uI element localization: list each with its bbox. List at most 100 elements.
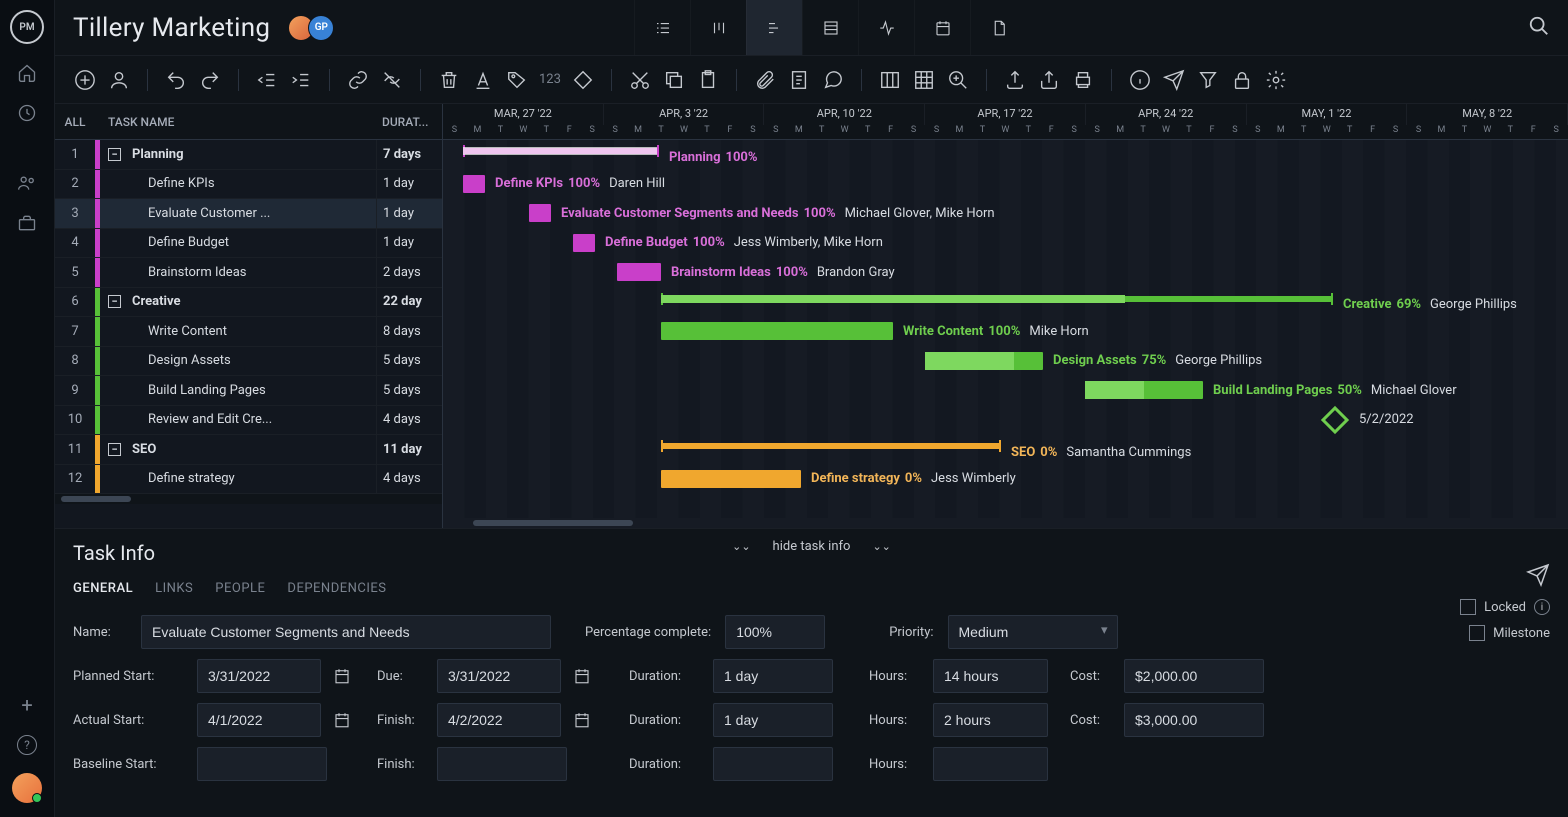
planned-start-input[interactable] <box>197 659 321 693</box>
view-file-icon[interactable] <box>970 0 1026 55</box>
tab-dependencies[interactable]: DEPENDENCIES <box>287 581 386 596</box>
gantt-bar[interactable]: Build Landing Pages 50%Michael Glover <box>1085 381 1203 399</box>
help-icon[interactable]: ? <box>17 735 37 755</box>
print-icon[interactable] <box>1071 68 1095 92</box>
cost-input-1[interactable] <box>1124 659 1264 693</box>
baseline-start-input[interactable] <box>197 747 327 781</box>
tab-people[interactable]: PEOPLE <box>215 581 265 596</box>
diamond-icon[interactable] <box>571 68 595 92</box>
share-icon[interactable] <box>1037 68 1061 92</box>
actual-start-input[interactable] <box>197 703 321 737</box>
add-circle-icon[interactable] <box>73 68 97 92</box>
gantt-bar[interactable]: Planning 100% <box>463 148 659 154</box>
link-icon[interactable] <box>346 68 370 92</box>
zoom-icon[interactable] <box>946 68 970 92</box>
trash-icon[interactable] <box>437 68 461 92</box>
gantt-bar[interactable]: Brainstorm Ideas 100%Brandon Gray <box>617 263 661 281</box>
redo-icon[interactable] <box>198 68 222 92</box>
view-calendar-icon[interactable] <box>914 0 970 55</box>
priority-select[interactable] <box>948 615 1118 649</box>
table-row[interactable]: 5Brainstorm Ideas2 days <box>55 258 442 288</box>
table-scrollbar[interactable] <box>55 494 442 504</box>
baseline-duration-input[interactable] <box>713 747 833 781</box>
team-icon[interactable] <box>16 172 38 194</box>
search-icon[interactable] <box>1528 15 1550 41</box>
home-icon[interactable] <box>16 62 38 84</box>
gantt-bar[interactable]: Evaluate Customer Segments and Needs 100… <box>529 204 551 222</box>
app-logo[interactable]: PM <box>10 10 44 44</box>
milestone-diamond[interactable] <box>1321 405 1349 433</box>
table-row[interactable]: 4Define Budget1 day <box>55 229 442 259</box>
user-avatar[interactable] <box>12 773 42 803</box>
tag-icon[interactable] <box>505 68 529 92</box>
table-row[interactable]: 8Design Assets5 days <box>55 347 442 377</box>
calendar-icon[interactable] <box>567 703 597 737</box>
pct-input[interactable] <box>725 615 825 649</box>
table-row[interactable]: 12Define strategy4 days <box>55 465 442 495</box>
view-sheet-icon[interactable] <box>802 0 858 55</box>
baseline-finish-input[interactable] <box>437 747 567 781</box>
timeline-scrollbar[interactable] <box>443 518 1568 528</box>
duration-input-2[interactable] <box>713 703 833 737</box>
unlink-icon[interactable] <box>380 68 404 92</box>
col-all[interactable]: ALL <box>55 115 95 129</box>
send-icon[interactable] <box>1162 68 1186 92</box>
table-row[interactable]: 2Define KPIs1 day <box>55 170 442 200</box>
assignee-avatars[interactable]: GP <box>288 15 334 41</box>
gantt-bar[interactable]: SEO 0%Samantha Cummings <box>661 443 1001 449</box>
collapse-icon[interactable]: − <box>108 295 121 308</box>
hide-task-info-toggle[interactable]: ⌄⌄ hide task info ⌄⌄ <box>732 539 891 554</box>
person-icon[interactable] <box>107 68 131 92</box>
calendar-icon[interactable] <box>327 703 357 737</box>
col-name-header[interactable]: TASK NAME <box>100 115 376 129</box>
gantt-bar[interactable]: Define KPIs 100%Daren Hill <box>463 175 485 193</box>
table-row[interactable]: 1−Planning7 days <box>55 140 442 170</box>
name-input[interactable] <box>141 615 551 649</box>
duration-input-1[interactable] <box>713 659 833 693</box>
hours-input-2[interactable] <box>933 703 1048 737</box>
undo-icon[interactable] <box>164 68 188 92</box>
collapse-icon[interactable]: − <box>108 443 121 456</box>
avatar-2[interactable]: GP <box>308 15 334 41</box>
lock-icon[interactable] <box>1230 68 1254 92</box>
indent-icon[interactable] <box>289 68 313 92</box>
table-row[interactable]: 6−Creative22 day <box>55 288 442 318</box>
calendar-icon[interactable] <box>567 659 597 693</box>
col-dur-header[interactable]: DURAT... <box>376 115 442 129</box>
view-list-icon[interactable] <box>634 0 690 55</box>
note-icon[interactable] <box>787 68 811 92</box>
tab-general[interactable]: GENERAL <box>73 581 133 596</box>
table-row[interactable]: 7Write Content8 days <box>55 317 442 347</box>
milestone-checkbox[interactable] <box>1469 625 1485 641</box>
attach-icon[interactable] <box>753 68 777 92</box>
due-input[interactable] <box>437 659 561 693</box>
filter-icon[interactable] <box>1196 68 1220 92</box>
gantt-bar[interactable]: Define strategy 0%Jess Wimberly <box>661 470 801 488</box>
view-board-icon[interactable] <box>690 0 746 55</box>
info-icon[interactable] <box>1128 68 1152 92</box>
table-row[interactable]: 9Build Landing Pages5 days <box>55 376 442 406</box>
copy-icon[interactable] <box>662 68 686 92</box>
paste-icon[interactable] <box>696 68 720 92</box>
gantt-bar[interactable]: Write Content 100%Mike Horn <box>661 322 893 340</box>
view-gantt-icon[interactable] <box>746 0 802 55</box>
table-row[interactable]: 10Review and Edit Cre...4 days <box>55 406 442 436</box>
export-icon[interactable] <box>1003 68 1027 92</box>
columns-icon[interactable] <box>878 68 902 92</box>
locked-checkbox[interactable] <box>1460 599 1476 615</box>
settings-icon[interactable] <box>1264 68 1288 92</box>
collapse-icon[interactable]: − <box>108 148 121 161</box>
outdent-icon[interactable] <box>255 68 279 92</box>
send-task-icon[interactable] <box>1526 563 1550 591</box>
cost-input-2[interactable] <box>1124 703 1264 737</box>
gantt-bar[interactable]: Define Budget 100%Jess Wimberly, Mike Ho… <box>573 234 595 252</box>
finish-input[interactable] <box>437 703 561 737</box>
tab-links[interactable]: LINKS <box>155 581 193 596</box>
add-icon[interactable]: + <box>21 693 32 717</box>
text-color-icon[interactable] <box>471 68 495 92</box>
gantt-bar[interactable]: Creative 69%George Phillips <box>661 296 1333 302</box>
gantt-bar[interactable]: Design Assets 75%George Phillips <box>925 352 1043 370</box>
calendar-icon[interactable] <box>327 659 357 693</box>
table-row[interactable]: 11−SEO11 day <box>55 435 442 465</box>
cut-icon[interactable] <box>628 68 652 92</box>
